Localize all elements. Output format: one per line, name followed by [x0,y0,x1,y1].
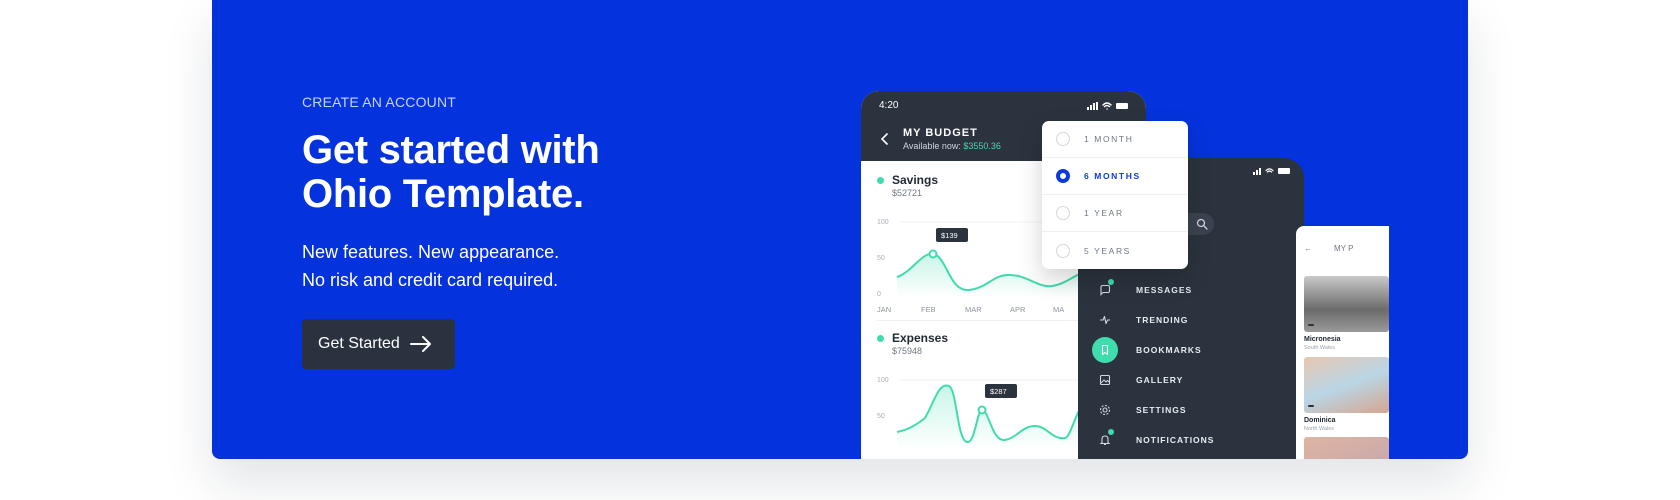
expenses-ytick-100: 100 [877,377,889,384]
available-now: Available now: $3550.36 [903,141,1001,151]
menu-label-gallery: GALLERY [1136,375,1184,385]
expenses-ytick-50: 50 [877,413,885,420]
places-card-mockup: ← MY P Micronesia South Wales Dominica N… [1296,226,1389,459]
radio-button[interactable] [1056,206,1070,220]
wifi-icon [1265,167,1274,173]
wifi-icon [1102,101,1112,110]
period-option-label: 6 MONTHS [1084,171,1141,181]
menu-label-messages: MESSAGES [1136,285,1193,295]
radio-button-selected[interactable] [1056,169,1070,183]
menu-item-notifications[interactable]: NOTIFICATIONS [1092,425,1242,455]
hero-copy: CREATE AN ACCOUNT Get started with Ohio … [302,94,862,294]
available-label: Available now: [903,141,961,151]
xtick-jan: JAN [877,305,891,314]
bookmark-icon [1092,337,1118,363]
place-image[interactable] [1304,357,1389,413]
savings-title: Savings [892,173,939,187]
back-chevron-icon[interactable] [879,133,891,145]
expenses-point[interactable] [977,405,987,415]
status-bar: 4:20 [879,100,1128,111]
period-option-1-year[interactable]: 1 YEAR [1042,195,1188,232]
place-region: South Wales [1304,345,1335,351]
savings-tooltip: $139 [941,231,958,240]
places-header-title: MY P [1334,244,1354,253]
menu-item-trending[interactable]: TRENDING [1092,305,1242,335]
xtick-apr: APR [1010,305,1026,314]
headline: Get started with Ohio Template. [302,128,862,216]
place-tag [1308,405,1314,407]
pulse-icon [1092,307,1118,333]
subheadline-line-1: New features. New appearance. [302,242,560,262]
period-option-1-month[interactable]: 1 MONTH [1042,121,1188,158]
place-image[interactable] [1304,276,1389,332]
expenses-tooltip: $287 [990,387,1007,396]
xtick-ma: MA [1053,305,1064,314]
menu-item-messages[interactable]: MESSAGES [1092,275,1242,305]
subheadline: New features. New appearance. No risk an… [302,238,862,294]
xtick-mar: MAR [965,305,982,314]
xtick-feb: FEB [921,305,936,314]
headline-line-2: Ohio Template. [302,172,584,216]
signal-icon [1087,101,1098,110]
available-value: $3550.36 [963,141,1001,151]
status-icons [1087,100,1128,111]
menu-label-settings: SETTINGS [1136,405,1187,415]
gear-icon [1092,397,1118,423]
radio-button[interactable] [1056,243,1070,258]
page: CREATE AN ACCOUNT Get started with Ohio … [0,0,1680,500]
places-header: ← MY P [1296,226,1389,253]
menu-item-bookmarks[interactable]: BOOKMARKS [1092,335,1242,365]
battery-icon [1278,168,1290,174]
chat-icon [1092,277,1118,303]
place-name-micronesia: Micronesia [1304,336,1341,343]
period-option-label: 1 MONTH [1084,134,1134,144]
get-started-label: Get Started [318,335,400,352]
image-icon [1092,367,1118,393]
period-option-label: 1 YEAR [1084,208,1124,218]
back-arrow-icon[interactable]: ← [1304,244,1312,253]
subheadline-line-2: No risk and credit card required. [302,270,559,290]
headline-line-1: Get started with [302,128,600,172]
menu-item-gallery[interactable]: GALLERY [1092,365,1242,395]
notifications-badge [1108,429,1114,435]
menu-item-settings[interactable]: SETTINGS [1092,395,1242,425]
search-icon[interactable] [1196,218,1208,230]
savings-dot [877,176,884,184]
menu-label-notifications: NOTIFICATIONS [1136,435,1215,445]
messages-badge [1108,279,1114,285]
side-menu: MESSAGES TRENDING BOOKMARKS GALLERY SETT… [1092,275,1242,455]
savings-ytick-100: 100 [877,219,889,226]
expenses-title: Expenses [892,331,949,345]
place-tag [1308,324,1314,326]
status-time: 4:20 [879,100,899,111]
place-image[interactable] [1304,437,1389,459]
period-dropdown: 1 MONTH 6 MONTHS 1 YEAR 5 YEARS [1042,121,1188,269]
eyebrow-label: CREATE AN ACCOUNT [302,94,457,110]
period-option-label: 5 YEARS [1084,245,1131,256]
savings-ytick-50: 50 [877,255,885,262]
period-option-5-years[interactable]: 5 YEARS [1042,232,1188,269]
savings-ytick-0: 0 [877,291,881,298]
bell-icon [1092,427,1118,453]
arrow-right-icon [409,336,431,352]
battery-icon [1116,102,1128,109]
budget-title: MY BUDGET [903,127,978,139]
menu-label-bookmarks: BOOKMARKS [1136,345,1202,355]
expenses-dot [877,334,884,342]
radio-button[interactable] [1056,132,1070,146]
place-name-dominica: Dominica [1304,417,1336,424]
savings-point[interactable] [928,249,938,259]
signal-icon [1253,167,1261,175]
place-region: North Wales [1304,426,1335,432]
get-started-button[interactable]: Get Started [302,319,455,369]
period-option-6-months[interactable]: 6 MONTHS [1042,158,1188,195]
menu-label-trending: TRENDING [1136,315,1189,325]
cta-banner: CREATE AN ACCOUNT Get started with Ohio … [212,0,1468,459]
